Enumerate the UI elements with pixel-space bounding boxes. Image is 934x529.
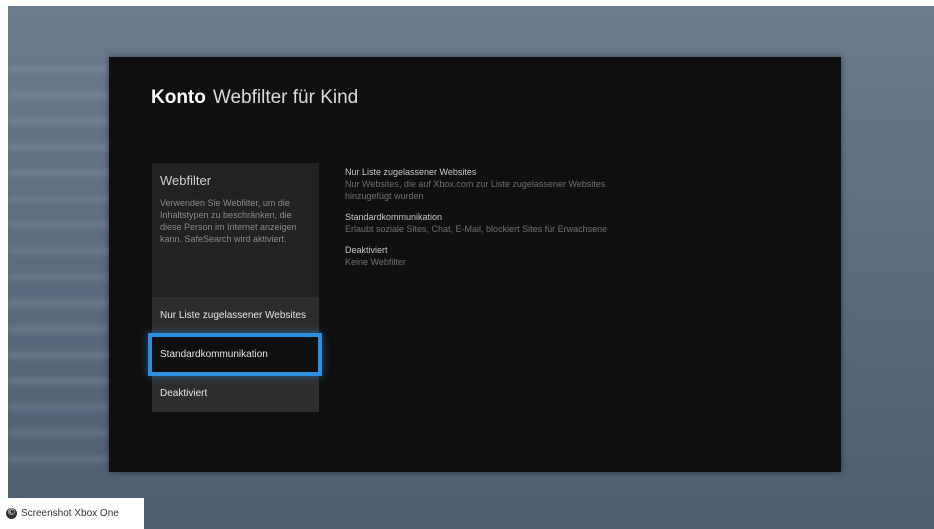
webfilter-dialog: Konto Webfilter für Kind Webfilter Verwen… xyxy=(109,57,841,472)
option-disabled[interactable]: Deaktiviert xyxy=(152,375,319,412)
info-title: Standardkommunikation xyxy=(345,212,443,222)
info-description: Keine Webfilter xyxy=(345,257,406,267)
background-blur xyxy=(8,66,118,466)
info-title: Nur Liste zugelassener Websites xyxy=(345,167,477,177)
copyright-icon: © xyxy=(6,508,17,519)
option-standard-communication[interactable]: Standardkommunikation xyxy=(152,336,319,373)
app-title: Konto xyxy=(151,87,206,108)
panel-description: Verwenden Sie Webfilter, um die Inhaltst… xyxy=(160,198,297,244)
image-caption: © Screenshot Xbox One xyxy=(0,498,144,529)
panel-header: Webfilter Verwenden Sie Webfilter, um di… xyxy=(160,173,310,245)
option-allowlist-only[interactable]: Nur Liste zugelassener Websites xyxy=(152,297,319,334)
info-description: Nur Websites, die auf Xbox.com zur Liste… xyxy=(345,179,606,201)
info-description: Erlaubt soziale Sites, Chat, E-Mail, blo… xyxy=(345,224,608,234)
info-item: Nur Liste zugelassener Websites Nur Webs… xyxy=(345,166,645,202)
panel-heading: Webfilter xyxy=(160,173,212,188)
info-title: Deaktiviert xyxy=(345,245,388,255)
console-screen: Konto Webfilter für Kind Webfilter Verwen… xyxy=(8,6,934,529)
caption-text: Screenshot Xbox One xyxy=(21,508,119,519)
webfilter-panel: Webfilter Verwenden Sie Webfilter, um di… xyxy=(148,163,322,412)
option-descriptions: Nur Liste zugelassener Websites Nur Webs… xyxy=(345,166,645,277)
page-title: Konto Webfilter für Kind xyxy=(151,87,358,109)
page-name: Webfilter für Kind xyxy=(212,87,359,108)
info-item: Standardkommunikation Erlaubt soziale Si… xyxy=(345,211,645,235)
info-item: Deaktiviert Keine Webfilter xyxy=(345,244,645,268)
